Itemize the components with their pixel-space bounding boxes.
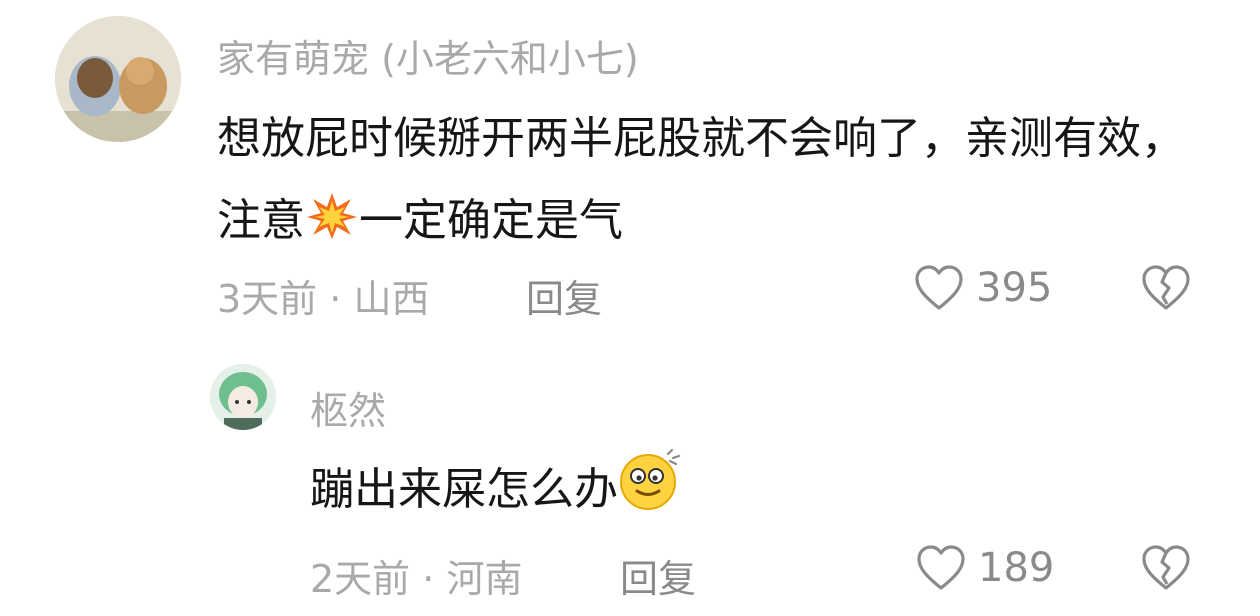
avatar[interactable] (55, 16, 181, 142)
dislike-button[interactable] (1140, 544, 1192, 596)
collision-emoji (305, 186, 359, 268)
broken-heart-icon (1142, 265, 1190, 310)
comment-text: 蹦出来屎怎么办 (310, 448, 682, 532)
comment-time: 2天前 (310, 557, 411, 601)
reply-button[interactable]: 回复 (526, 268, 602, 323)
avatar-anime-icon (210, 364, 276, 430)
like-button[interactable]: 189 (916, 544, 1054, 592)
meta-separator: · (422, 557, 447, 601)
avatar[interactable] (210, 364, 276, 430)
comment-text: 想放屁时候掰开两半屁股就不会响了，亲测有效，注意 一定确定是气 (217, 98, 1217, 268)
comment-location: 河南 (446, 557, 523, 601)
comment-author[interactable]: 柩然 (310, 380, 386, 435)
comment-item: 家有萌宠 (小老六和小七) 想放屁时候掰开两半屁股就不会响了，亲测有效，注意 一… (0, 0, 1260, 330)
avatar-photo-icon (55, 16, 181, 142)
comment-meta: 2天前 · 河南 (310, 548, 522, 603)
dizzy-face-emoji (618, 448, 682, 532)
dislike-button[interactable] (1140, 264, 1192, 316)
comment-item: 柩然 蹦出来屎怎么办 2天前 · 河南 回复 189 (0, 330, 1260, 616)
like-count: 189 (978, 545, 1055, 591)
comment-location: 山西 (353, 277, 430, 321)
meta-separator: · (329, 277, 354, 321)
heart-outline-icon (917, 545, 965, 590)
like-count: 395 (976, 265, 1053, 311)
comment-text-part: 一定确定是气 (359, 195, 623, 246)
comment-time: 3天前 (217, 277, 318, 321)
like-button[interactable]: 395 (914, 264, 1052, 312)
reply-button[interactable]: 回复 (620, 548, 696, 603)
comment-meta: 3天前 · 山西 (217, 268, 429, 323)
comment-author[interactable]: 家有萌宠 (小老六和小七) (217, 28, 639, 83)
broken-heart-icon (1142, 545, 1190, 590)
comment-text-part: 蹦出来屎怎么办 (310, 464, 618, 515)
heart-outline-icon (915, 265, 963, 310)
